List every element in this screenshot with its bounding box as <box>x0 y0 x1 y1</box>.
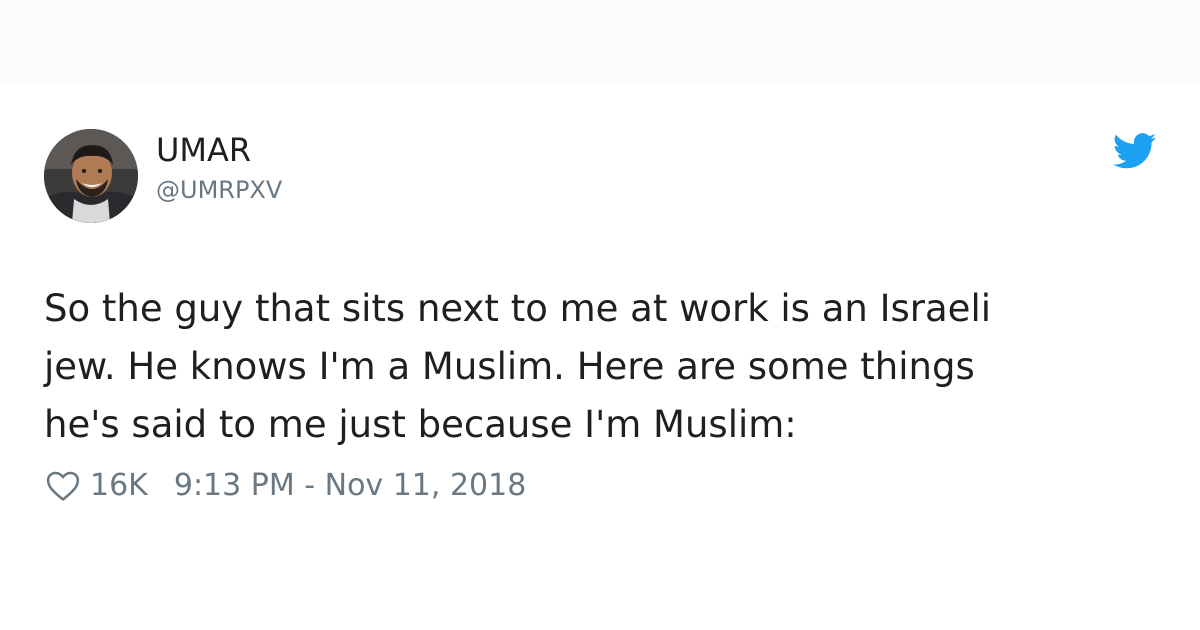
avatar[interactable] <box>44 129 138 223</box>
tweet-text: So the guy that sits next to me at work … <box>44 280 1154 454</box>
twitter-bird-icon[interactable] <box>1113 133 1157 169</box>
avatar-image <box>44 129 138 223</box>
author-display-name[interactable]: UMAR <box>156 132 251 168</box>
author-handle[interactable]: @UMRPXV <box>156 176 282 204</box>
tweet-meta: 16K 9:13 PM - Nov 11, 2018 <box>46 466 526 506</box>
tweet-timestamp[interactable]: 9:13 PM - Nov 11, 2018 <box>174 466 526 506</box>
tweet-text-line: So the guy that sits next to me at work … <box>44 287 992 330</box>
tweet-card: UMAR @UMRPXV So the guy that sits next t… <box>0 84 1200 630</box>
tweet-text-line: he's said to me just because I'm Muslim: <box>44 403 797 446</box>
heart-icon[interactable] <box>46 470 80 502</box>
tweet-text-line: jew. He knows I'm a Muslim. Here are som… <box>44 345 975 388</box>
like-count[interactable]: 16K <box>90 466 148 506</box>
